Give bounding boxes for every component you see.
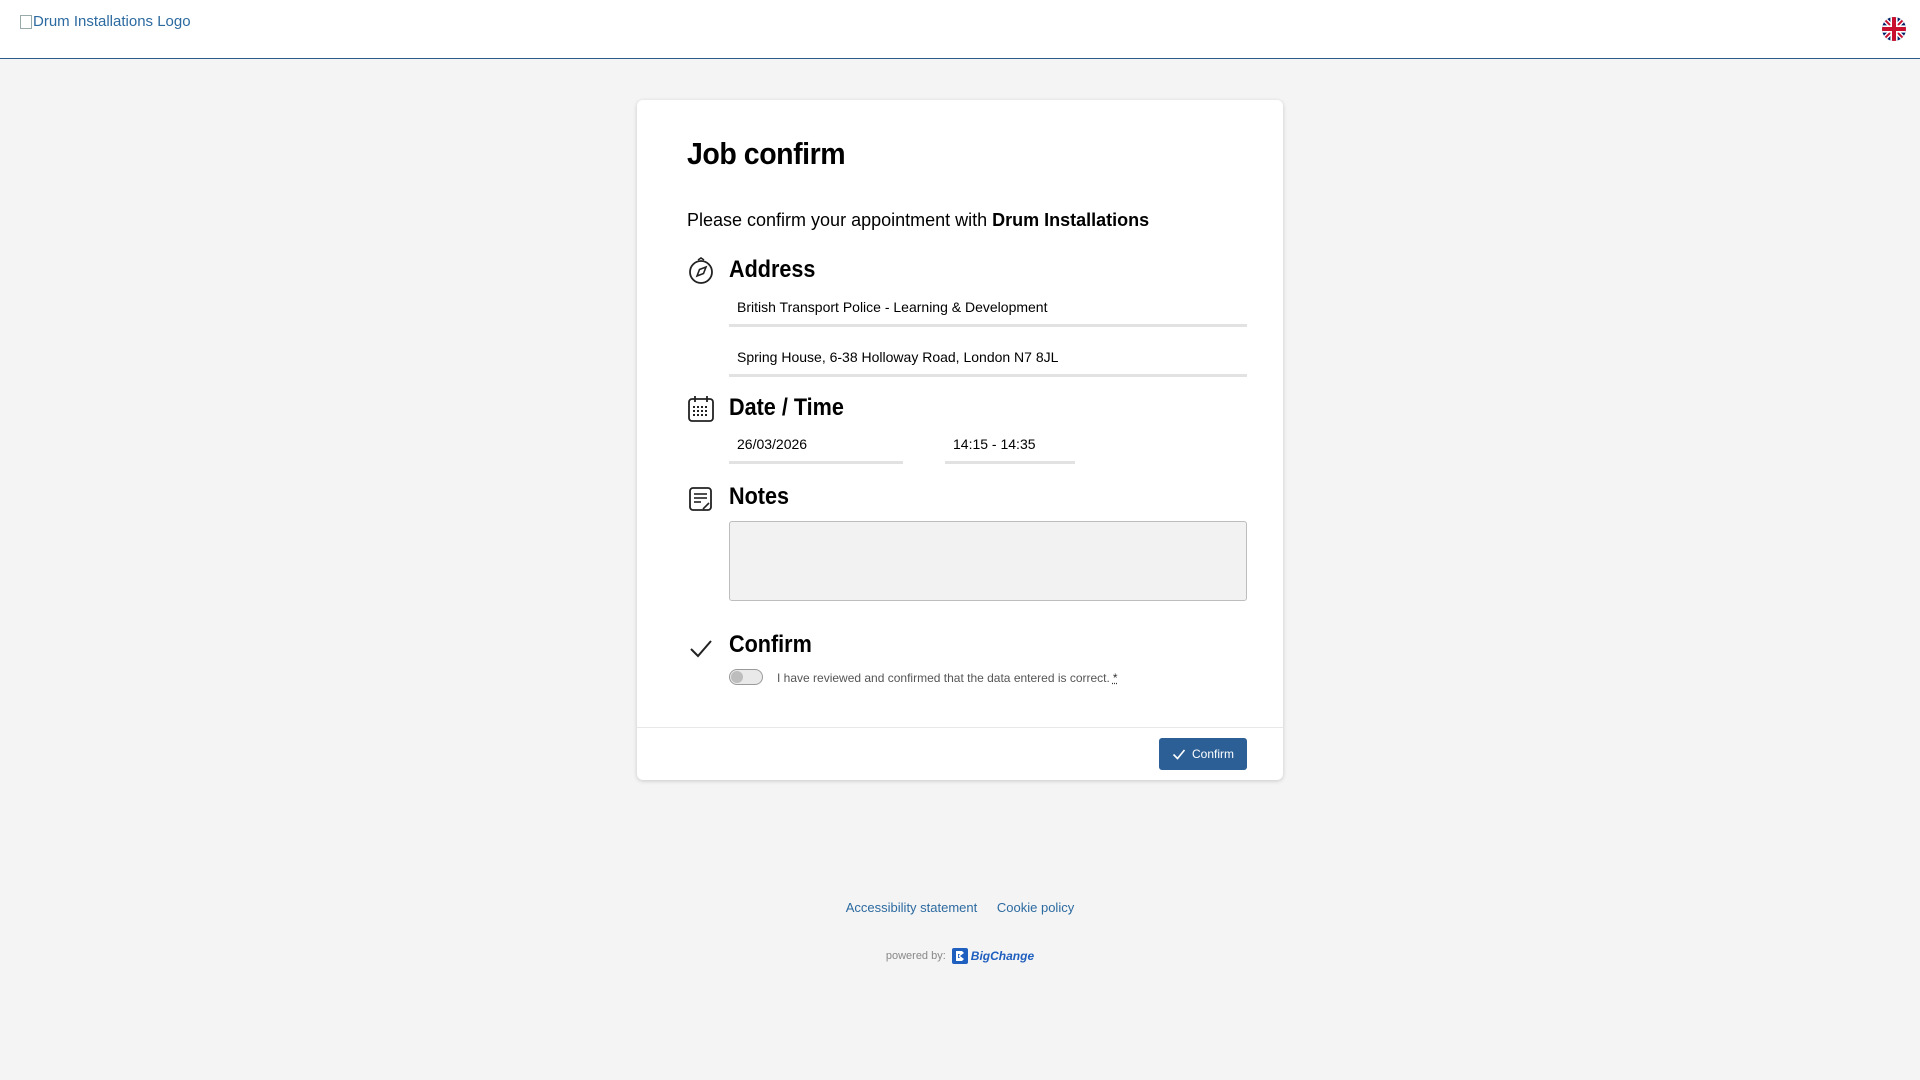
notes-title: Notes xyxy=(729,483,790,510)
footer-links: Accessibility statement Cookie policy xyxy=(0,900,1920,915)
bigchange-brand: BigChange xyxy=(970,949,1035,963)
logo-alt-text: Drum Installations Logo xyxy=(33,13,191,30)
confirm-toggle[interactable] xyxy=(729,669,763,685)
toggle-knob xyxy=(731,671,743,683)
time-field: 14:15 - 14:35 xyxy=(945,432,1075,464)
confirm-title: Confirm xyxy=(729,631,812,658)
calendar-icon xyxy=(688,396,714,422)
address-title: Address xyxy=(729,256,816,283)
check-icon xyxy=(1172,749,1186,760)
uk-flag-icon[interactable] xyxy=(1882,17,1906,41)
date-field: 26/03/2026 xyxy=(729,432,903,464)
confirm-label: I have reviewed and confirmed that the d… xyxy=(777,671,1118,685)
confirm-button[interactable]: Confirm xyxy=(1159,738,1247,770)
address-line1-field: British Transport Police - Learning & De… xyxy=(729,295,1247,327)
address-line2-field: Spring House, 6-38 Holloway Road, London… xyxy=(729,345,1247,377)
bigchange-logo: BigChange xyxy=(951,948,1035,964)
confirm-label-text: I have reviewed and confirmed that the d… xyxy=(777,671,1110,685)
notes-textarea[interactable] xyxy=(729,521,1247,601)
card-divider xyxy=(637,727,1283,728)
page-title: Job confirm xyxy=(687,136,846,171)
cookie-policy-link[interactable]: Cookie policy xyxy=(997,900,1074,915)
top-bar: Drum Installations Logo xyxy=(0,0,1920,59)
notes-icon xyxy=(689,487,712,511)
checkmark-icon xyxy=(690,640,712,658)
datetime-title: Date / Time xyxy=(729,394,844,421)
broken-image-icon xyxy=(20,14,32,29)
intro-text: Please confirm your appointment with Dru… xyxy=(687,210,1149,231)
compass-icon xyxy=(689,257,713,284)
powered-by-label: powered by: xyxy=(885,950,946,962)
company-logo[interactable]: Drum Installations Logo xyxy=(20,13,191,30)
accessibility-link[interactable]: Accessibility statement xyxy=(846,900,978,915)
job-confirm-card: Job confirm Please confirm your appointm… xyxy=(637,100,1283,780)
powered-by: powered by: BigChange xyxy=(0,948,1920,964)
required-marker: * xyxy=(1112,671,1118,685)
intro-prefix: Please confirm your appointment with xyxy=(687,210,993,230)
company-name: Drum Installations xyxy=(992,210,1150,230)
confirm-button-label: Confirm xyxy=(1191,747,1234,761)
bigchange-mark-icon xyxy=(951,948,968,964)
